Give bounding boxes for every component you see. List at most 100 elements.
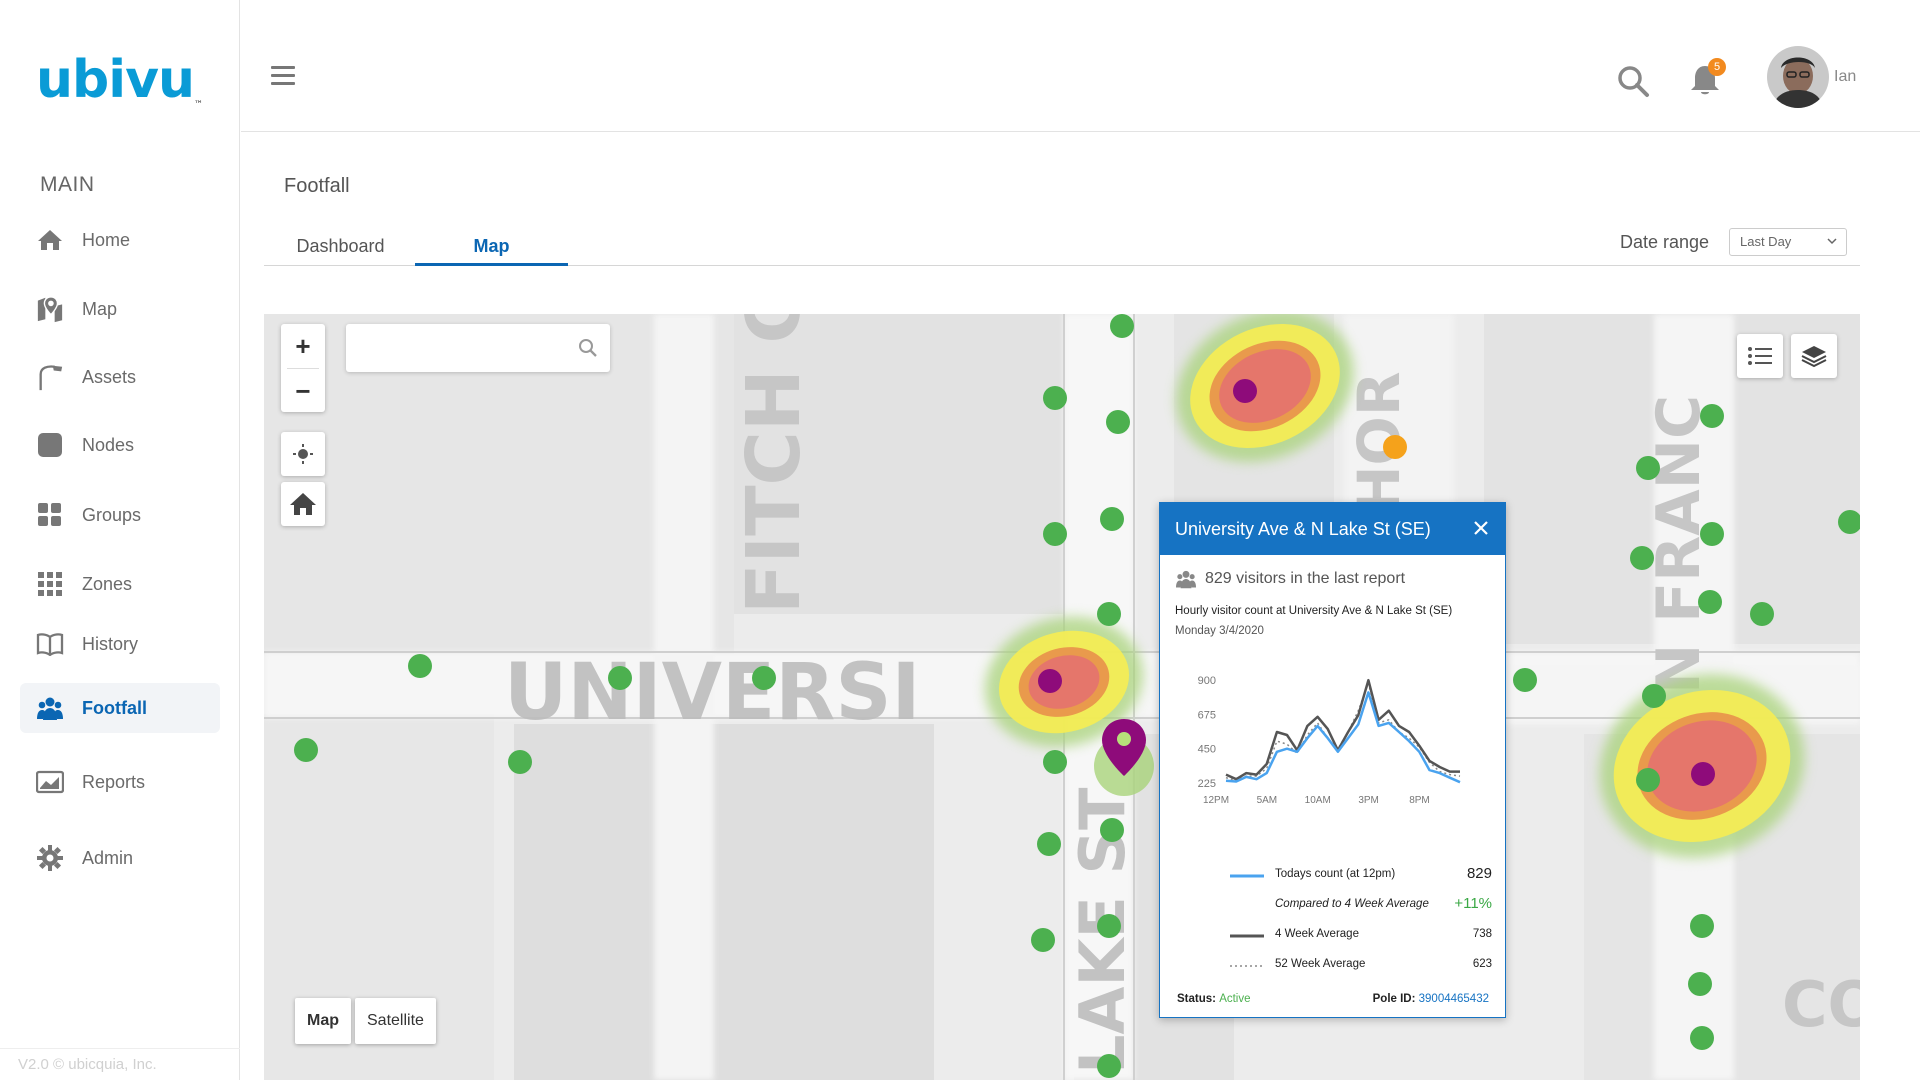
pole-id-field: Pole ID: 39004465432 [1372, 993, 1489, 1005]
sidebar-item-groups[interactable]: Groups [20, 490, 220, 540]
map-type-map-button[interactable]: Map [295, 998, 351, 1044]
map-search-box [346, 324, 610, 372]
node-marker[interactable] [1100, 818, 1124, 842]
tab-map[interactable]: Map [415, 230, 568, 266]
close-icon[interactable] [1471, 518, 1491, 538]
node-marker[interactable] [1031, 928, 1055, 952]
node-marker[interactable] [1043, 750, 1067, 774]
legend-label: Todays count (at 12pm) [1275, 868, 1396, 880]
node-marker[interactable] [1690, 1026, 1714, 1050]
y-tick-label: 675 [1198, 709, 1216, 721]
node-marker[interactable] [1630, 546, 1654, 570]
hotspot-center[interactable] [1038, 669, 1062, 693]
legend-label: 4 Week Average [1275, 928, 1359, 940]
home-icon [290, 493, 316, 515]
avatar[interactable] [1767, 46, 1829, 108]
sidebar-item-reports[interactable]: Reports [20, 757, 220, 807]
sidebar-item-label: Footfall [82, 697, 147, 718]
sidebar-item-map[interactable]: Map [20, 284, 220, 334]
node-marker[interactable] [294, 738, 318, 762]
sidebar-item-label: Reports [82, 771, 146, 792]
top-header: 5 Ian [241, 0, 1920, 132]
ubivu-logo[interactable]: ubivu™ [36, 50, 203, 110]
people-icon [1176, 570, 1196, 589]
sidebar-item-nodes[interactable]: Nodes [20, 420, 220, 470]
node-marker[interactable] [1700, 522, 1724, 546]
node-marker[interactable] [1700, 404, 1724, 428]
node-marker[interactable] [1642, 684, 1666, 708]
hotspot-center[interactable] [1233, 379, 1257, 403]
node-marker[interactable] [408, 654, 432, 678]
user-name[interactable]: Ian [1834, 68, 1856, 86]
legend-value: 829 [1466, 865, 1492, 882]
sidebar-item-assets[interactable]: Assets [20, 352, 220, 402]
node-marker[interactable] [1097, 914, 1121, 938]
node-marker[interactable] [1636, 768, 1660, 792]
hamburger-menu-icon[interactable] [271, 66, 295, 86]
list-icon [1748, 347, 1772, 365]
home-icon [36, 226, 64, 254]
map-type-toggle: Map Satellite [295, 998, 436, 1044]
zoom-out-button[interactable]: − [281, 369, 325, 413]
sidebar-item-footfall[interactable]: Footfall [20, 683, 220, 733]
node-marker[interactable] [1043, 386, 1067, 410]
chart-date: Monday 3/4/2020 [1175, 625, 1264, 637]
search-icon[interactable] [1616, 64, 1650, 98]
node-marker[interactable] [1636, 456, 1660, 480]
map-type-satellite-button[interactable]: Satellite [355, 998, 436, 1044]
location-popup: University Ave & N Lake St (SE) 829 visi… [1159, 502, 1506, 1018]
node-marker[interactable] [608, 666, 632, 690]
groups-icon [36, 501, 64, 529]
node-marker[interactable] [1037, 832, 1061, 856]
date-range-select[interactable]: Last Day [1729, 228, 1847, 256]
node-marker[interactable] [1097, 602, 1121, 626]
map-home-button[interactable] [281, 482, 325, 526]
node-marker[interactable] [1043, 522, 1067, 546]
date-range-label: Date range [1620, 232, 1710, 252]
node-marker[interactable] [1106, 410, 1130, 434]
node-marker[interactable] [1698, 590, 1722, 614]
streetlight-icon [36, 363, 64, 391]
y-tick-label: 900 [1198, 675, 1216, 687]
node-marker-warning[interactable] [1383, 435, 1407, 459]
node-marker[interactable] [1110, 314, 1134, 338]
node-marker[interactable] [1513, 668, 1537, 692]
legend-row-4week: 4 Week Average 738 [1230, 925, 1492, 945]
visitors-text: 829 visitors in the last report [1205, 570, 1406, 587]
node-marker[interactable] [508, 750, 532, 774]
node-marker[interactable] [1690, 914, 1714, 938]
node-marker[interactable] [1097, 1054, 1121, 1078]
hotspot-center[interactable] [1691, 762, 1715, 786]
locate-button[interactable] [281, 432, 325, 476]
legend-row-52week: 52 Week Average 623 [1230, 955, 1492, 975]
street-label-university: UNIVERSI [504, 648, 921, 738]
tab-dashboard[interactable]: Dashboard [264, 230, 417, 266]
pole-id-link[interactable]: 39004465432 [1419, 993, 1489, 1005]
sidebar-item-home[interactable]: Home [20, 215, 220, 265]
map-view[interactable]: UNIVERSI FITCH C LAKE ST HOR N FRANC CO [264, 314, 1860, 1080]
legend-button[interactable] [1737, 334, 1783, 378]
legend-row-today: Todays count (at 12pm) 829 [1230, 865, 1492, 885]
layers-button[interactable] [1791, 334, 1837, 378]
street-label-franc: N FRANC [1644, 395, 1714, 694]
layers-icon [1801, 346, 1827, 368]
y-tick-label: 450 [1198, 744, 1216, 756]
status-badge: Active [1219, 993, 1251, 1005]
sidebar-item-history[interactable]: History [20, 619, 220, 669]
sidebar-item-zones[interactable]: Zones [20, 559, 220, 609]
x-tick-label: 5AM [1257, 795, 1278, 806]
node-marker[interactable] [1100, 507, 1124, 531]
node-marker[interactable] [1688, 972, 1712, 996]
node-marker[interactable] [1750, 602, 1774, 626]
node-marker[interactable] [752, 666, 776, 690]
map-search-input[interactable] [346, 324, 566, 372]
zoom-in-button[interactable]: + [281, 324, 325, 368]
chevron-down-icon [1827, 238, 1837, 245]
reports-icon [36, 768, 64, 796]
visitors-summary: 829 visitors in the last report [1175, 569, 1405, 589]
sidebar-item-admin[interactable]: Admin [20, 833, 220, 883]
node-icon [36, 431, 64, 459]
search-icon[interactable] [578, 338, 598, 358]
map-canvas[interactable]: UNIVERSI FITCH C LAKE ST HOR N FRANC CO [264, 314, 1860, 1080]
legend-label: 52 Week Average [1275, 958, 1366, 970]
